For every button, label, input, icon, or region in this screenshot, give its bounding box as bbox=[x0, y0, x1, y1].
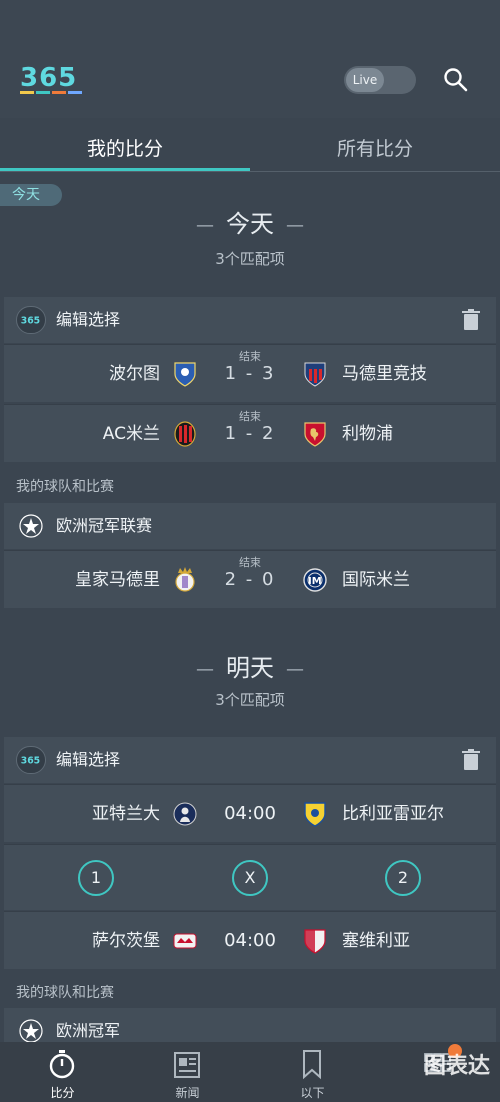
atalanta-crest-icon bbox=[173, 802, 197, 826]
nav-scores-label: 比分 bbox=[50, 1086, 75, 1100]
away-team: 马德里竞技 bbox=[342, 364, 427, 384]
atletico-madrid-crest-icon bbox=[304, 362, 326, 387]
match-row[interactable]: AC米兰 结束 1 - 2 利物浦 bbox=[4, 404, 496, 462]
svg-text:365: 365 bbox=[21, 756, 40, 767]
bet365-logo[interactable]: 365 bbox=[20, 64, 88, 96]
bookmark-icon bbox=[303, 1050, 321, 1080]
match-row[interactable]: 皇家马德里 结束 2 - 0 IM 国际米兰 bbox=[4, 550, 496, 608]
odd-away-win-button[interactable]: 2 bbox=[385, 860, 421, 896]
home-team: AC米兰 bbox=[102, 424, 160, 444]
logo-text: 365 bbox=[20, 64, 77, 93]
bet365-mini-logo: 365 bbox=[16, 746, 46, 774]
svg-text:365: 365 bbox=[21, 316, 40, 327]
my-teams-label: 我的球队和比赛 bbox=[16, 985, 114, 1001]
search-icon[interactable] bbox=[442, 66, 470, 94]
home-team: 萨尔茨堡 bbox=[92, 931, 160, 951]
today-heading: — 今天 — bbox=[196, 210, 304, 238]
tomorrow-match-count: 3个匹配项 bbox=[215, 691, 285, 709]
bet365-mini-logo: 365 bbox=[16, 306, 46, 334]
today-heading-text: 今天 bbox=[226, 210, 274, 238]
nav-scores[interactable]: 比分 bbox=[0, 1042, 125, 1102]
tomorrow-heading: — 明天 — bbox=[196, 654, 304, 682]
today-jump-pill[interactable]: 今天 bbox=[0, 184, 62, 206]
salzburg-crest-icon bbox=[173, 933, 197, 949]
watermark-text: 图表达 bbox=[424, 1054, 491, 1079]
trash-icon[interactable] bbox=[462, 749, 480, 771]
champions-league-title: 欧洲冠军联赛 bbox=[56, 516, 153, 535]
tab-all-scores[interactable]: 所有比分 bbox=[250, 118, 500, 172]
match-status: 结束 bbox=[239, 350, 261, 363]
match-score: 1 - 3 bbox=[224, 363, 276, 384]
champions-league-icon bbox=[19, 1019, 43, 1043]
odds-row: 1 X 2 bbox=[4, 844, 496, 910]
match-row[interactable]: 波尔图 结束 1 - 3 马德里竞技 bbox=[4, 344, 496, 402]
home-team: 波尔图 bbox=[109, 364, 160, 384]
away-team: 国际米兰 bbox=[342, 570, 410, 590]
away-team: 利物浦 bbox=[342, 424, 393, 444]
real-madrid-crest-icon bbox=[175, 567, 195, 592]
today-match-count: 3个匹配项 bbox=[215, 250, 285, 268]
stopwatch-icon bbox=[49, 1050, 75, 1079]
odd-home-win-button[interactable]: 1 bbox=[78, 860, 114, 896]
my-teams-label: 我的球队和比赛 bbox=[16, 479, 114, 495]
sevilla-crest-icon bbox=[304, 929, 326, 954]
app-header: 365 Live bbox=[0, 0, 500, 118]
match-score: 2 - 0 bbox=[224, 569, 276, 590]
champions-league-icon bbox=[19, 514, 43, 538]
villarreal-crest-icon bbox=[304, 802, 326, 827]
match-row[interactable]: 萨尔茨堡 04:00 塞维利亚 bbox=[4, 911, 496, 969]
newspaper-icon bbox=[174, 1052, 200, 1078]
home-team: 皇家马德里 bbox=[75, 570, 160, 590]
tabs-divider bbox=[0, 171, 500, 172]
editors-pick-title: 编辑选择 bbox=[56, 750, 121, 769]
live-toggle-label: Live bbox=[346, 68, 384, 92]
inter-milan-crest-icon: IM bbox=[303, 568, 327, 592]
odd-draw-button[interactable]: X bbox=[232, 860, 268, 896]
porto-crest-icon bbox=[174, 362, 196, 387]
nav-following-label: 以下 bbox=[300, 1086, 325, 1100]
editors-pick-header: 365 编辑选择 bbox=[4, 737, 496, 783]
match-score: 1 - 2 bbox=[224, 423, 276, 444]
score-tabs: 我的比分 所有比分 bbox=[0, 118, 500, 172]
nav-news-label: 新闻 bbox=[175, 1086, 200, 1100]
away-team: 比利亚雷亚尔 bbox=[342, 804, 444, 824]
away-team: 塞维利亚 bbox=[342, 931, 410, 951]
nav-news[interactable]: 新闻 bbox=[125, 1042, 250, 1102]
tab-my-scores[interactable]: 我的比分 bbox=[0, 118, 250, 172]
live-toggle[interactable]: Live bbox=[344, 66, 416, 94]
tomorrow-heading-text: 明天 bbox=[226, 654, 274, 682]
nav-following[interactable]: 以下 bbox=[250, 1042, 375, 1102]
home-team: 亚特兰大 bbox=[92, 804, 160, 824]
liverpool-crest-icon bbox=[304, 422, 326, 447]
svg-text:IM: IM bbox=[308, 576, 322, 587]
kickoff-time: 04:00 bbox=[224, 930, 276, 951]
editors-pick-title: 编辑选择 bbox=[56, 310, 121, 329]
champions-league-header[interactable]: 欧洲冠军联赛 bbox=[4, 503, 496, 549]
editors-pick-header: 365 编辑选择 bbox=[4, 297, 496, 343]
ac-milan-crest-icon bbox=[174, 421, 196, 447]
match-status: 结束 bbox=[239, 556, 261, 569]
trash-icon[interactable] bbox=[462, 309, 480, 331]
match-row[interactable]: 亚特兰大 04:00 比利亚雷亚尔 bbox=[4, 784, 496, 842]
match-status: 结束 bbox=[239, 410, 261, 423]
kickoff-time: 04:00 bbox=[224, 803, 276, 824]
